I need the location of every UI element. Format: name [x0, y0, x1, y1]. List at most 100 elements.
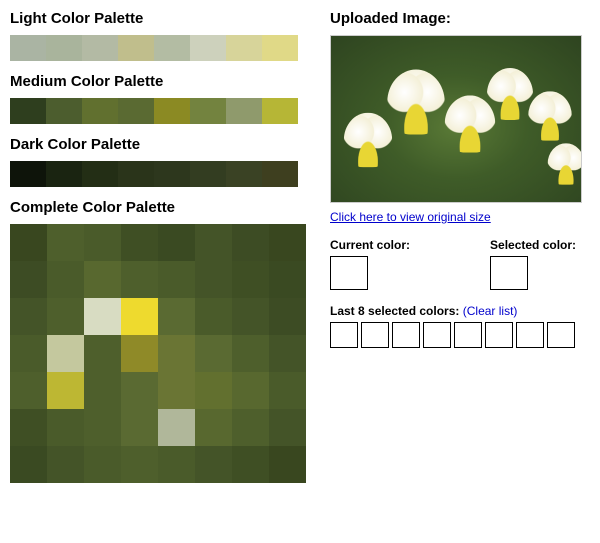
palette-swatch[interactable] — [195, 261, 232, 298]
palette-swatch[interactable] — [154, 161, 190, 187]
palette-swatch[interactable] — [154, 35, 190, 61]
palette-swatch[interactable] — [195, 446, 232, 483]
palette-swatch[interactable] — [10, 35, 46, 61]
palette-swatch[interactable] — [82, 35, 118, 61]
palette-swatch[interactable] — [158, 298, 195, 335]
palette-swatch[interactable] — [269, 261, 306, 298]
dark-palette-row — [10, 161, 310, 187]
palette-swatch[interactable] — [269, 372, 306, 409]
palette-swatch[interactable] — [269, 224, 306, 261]
palette-swatch[interactable] — [232, 335, 269, 372]
recent-color-box[interactable] — [547, 322, 575, 348]
palette-swatch[interactable] — [232, 298, 269, 335]
palette-swatch[interactable] — [10, 335, 47, 372]
palette-swatch[interactable] — [10, 161, 46, 187]
palette-swatch[interactable] — [232, 446, 269, 483]
palette-swatch[interactable] — [121, 446, 158, 483]
flower-icon — [528, 91, 572, 140]
recent-color-box[interactable] — [330, 322, 358, 348]
palette-swatch[interactable] — [158, 335, 195, 372]
palette-swatch[interactable] — [121, 261, 158, 298]
palette-swatch[interactable] — [262, 98, 298, 124]
palette-swatch[interactable] — [118, 161, 154, 187]
palette-swatch[interactable] — [195, 224, 232, 261]
clear-list-link[interactable]: (Clear list) — [463, 304, 518, 318]
palette-swatch[interactable] — [190, 161, 226, 187]
palette-swatch[interactable] — [84, 446, 121, 483]
palette-swatch[interactable] — [47, 409, 84, 446]
recent-color-box[interactable] — [361, 322, 389, 348]
palette-swatch[interactable] — [195, 335, 232, 372]
palette-swatch[interactable] — [158, 409, 195, 446]
palette-swatch[interactable] — [118, 98, 154, 124]
palette-swatch[interactable] — [10, 409, 47, 446]
palette-swatch[interactable] — [10, 261, 47, 298]
palette-swatch[interactable] — [46, 161, 82, 187]
palette-swatch[interactable] — [158, 446, 195, 483]
palette-swatch[interactable] — [232, 372, 269, 409]
palette-swatch[interactable] — [47, 261, 84, 298]
palette-swatch[interactable] — [84, 372, 121, 409]
palette-swatch[interactable] — [84, 261, 121, 298]
palette-swatch[interactable] — [232, 261, 269, 298]
recent-color-box[interactable] — [516, 322, 544, 348]
palette-swatch[interactable] — [226, 161, 262, 187]
palette-swatch[interactable] — [190, 35, 226, 61]
palette-swatch[interactable] — [84, 335, 121, 372]
palette-swatch[interactable] — [121, 335, 158, 372]
palette-swatch[interactable] — [10, 298, 47, 335]
palette-swatch[interactable] — [226, 35, 262, 61]
palette-swatch[interactable] — [10, 224, 47, 261]
view-original-link[interactable]: Click here to view original size — [330, 210, 491, 224]
palette-swatch[interactable] — [226, 98, 262, 124]
palette-swatch[interactable] — [269, 335, 306, 372]
palette-swatch[interactable] — [269, 298, 306, 335]
palette-swatch[interactable] — [47, 224, 84, 261]
palette-swatch[interactable] — [195, 372, 232, 409]
palette-swatch[interactable] — [158, 372, 195, 409]
palette-swatch[interactable] — [10, 446, 47, 483]
palette-swatch[interactable] — [84, 298, 121, 335]
palette-swatch[interactable] — [10, 372, 47, 409]
flower-icon — [548, 143, 582, 185]
palette-swatch[interactable] — [82, 161, 118, 187]
palette-swatch[interactable] — [47, 372, 84, 409]
recent-color-box[interactable] — [454, 322, 482, 348]
palette-swatch[interactable] — [84, 224, 121, 261]
palette-swatch[interactable] — [269, 409, 306, 446]
palette-swatch[interactable] — [47, 298, 84, 335]
palette-swatch[interactable] — [121, 298, 158, 335]
palette-swatch[interactable] — [82, 98, 118, 124]
palette-swatch[interactable] — [154, 98, 190, 124]
palette-swatch[interactable] — [269, 446, 306, 483]
palette-swatch[interactable] — [47, 446, 84, 483]
palette-swatch[interactable] — [46, 35, 82, 61]
palette-swatch[interactable] — [118, 35, 154, 61]
palette-swatch[interactable] — [158, 224, 195, 261]
palette-swatch[interactable] — [262, 161, 298, 187]
palette-swatch[interactable] — [195, 409, 232, 446]
uploaded-image[interactable] — [330, 35, 582, 203]
palette-swatch[interactable] — [232, 409, 269, 446]
recent-color-box[interactable] — [423, 322, 451, 348]
selected-color-label: Selected color: — [490, 238, 576, 252]
last8-boxes — [330, 322, 590, 348]
current-color-label: Current color: — [330, 238, 410, 252]
palette-swatch[interactable] — [232, 224, 269, 261]
palette-swatch[interactable] — [121, 224, 158, 261]
palette-swatch[interactable] — [121, 372, 158, 409]
palette-swatch[interactable] — [84, 409, 121, 446]
palette-swatch[interactable] — [262, 35, 298, 61]
palette-swatch[interactable] — [158, 261, 195, 298]
palette-swatch[interactable] — [195, 298, 232, 335]
recent-color-box[interactable] — [485, 322, 513, 348]
palette-swatch[interactable] — [10, 98, 46, 124]
dark-palette-title: Dark Color Palette — [10, 136, 310, 153]
palette-swatch[interactable] — [190, 98, 226, 124]
palette-swatch[interactable] — [121, 409, 158, 446]
palette-swatch[interactable] — [46, 98, 82, 124]
flower-icon — [344, 113, 392, 168]
flower-icon — [387, 70, 445, 135]
recent-color-box[interactable] — [392, 322, 420, 348]
palette-swatch[interactable] — [47, 335, 84, 372]
